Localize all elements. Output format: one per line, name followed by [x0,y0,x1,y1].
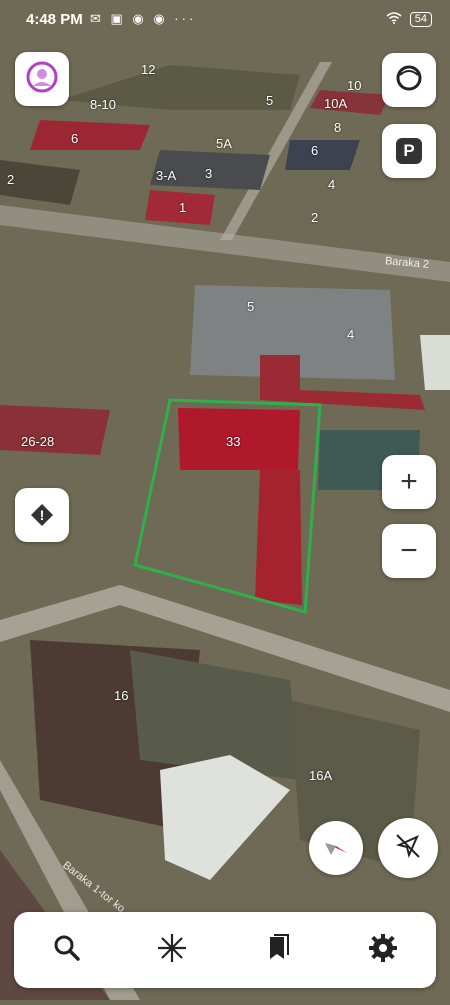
parcel-label: 4 [347,327,355,342]
parcel-label: 3-A [156,168,177,183]
compass-icon [321,831,351,866]
profile-avatar-button[interactable] [15,52,69,106]
layers-button[interactable] [142,920,202,980]
parcel-label-selected: 33 [226,434,241,449]
wifi-icon [386,11,402,28]
bottom-navigation [14,912,436,988]
globe-icon [394,63,424,98]
avatar-icon [25,60,59,99]
parcel-label: 4 [328,177,336,192]
parcel-label: 16 [114,688,129,703]
location-off-icon [393,831,423,866]
parcel-label: 8 [334,120,342,135]
zoom-in-button[interactable]: + [382,455,436,509]
parcel-label: 1 [179,200,187,215]
settings-button[interactable] [353,920,413,980]
parcel-label: 2 [311,210,319,225]
warning-icon-mark: ! [39,507,45,523]
compass-button[interactable] [309,821,363,875]
parking-icon: P [396,138,422,164]
status-right: 54 [386,11,432,28]
parcel-label: 6 [311,143,319,158]
parcel-label: 12 [141,62,156,77]
bookmarks-icon [264,933,292,968]
parcel-label: 26-28 [21,434,55,449]
parcel-label: 6 [71,131,79,146]
search-icon [52,933,82,968]
zoom-out-button[interactable]: − [382,524,436,578]
parcel-label: 5A [216,136,232,151]
parking-button[interactable]: P [382,124,436,178]
status-time: 4:48 PM [26,11,83,28]
settings-icon [367,932,399,969]
parcel-label: 5 [247,299,255,314]
bookmarks-button[interactable] [248,920,308,980]
report-issue-button[interactable]: ! [15,488,69,542]
parcel-label: 16A [309,768,333,783]
parcel-label: 5 [266,93,274,108]
parcel-label: 10A [324,96,348,111]
battery-icon: 54 [409,12,432,27]
parcel-label: 10 [347,78,362,93]
parcel-label: 3 [205,166,213,181]
parcel-label: 8-10 [90,97,117,112]
location-button[interactable] [378,818,438,878]
status-bar: 4:48 PM ✉ ▣ ◉ ◉ ··· 54 [0,0,450,40]
notification-icons: ✉ ▣ ◉ ◉ ··· [90,11,197,26]
layers-icon [155,931,189,970]
warning-icon: ! [29,502,55,528]
parcel-label: 2 [7,172,15,187]
map-style-button[interactable] [382,53,436,107]
search-button[interactable] [37,920,97,980]
